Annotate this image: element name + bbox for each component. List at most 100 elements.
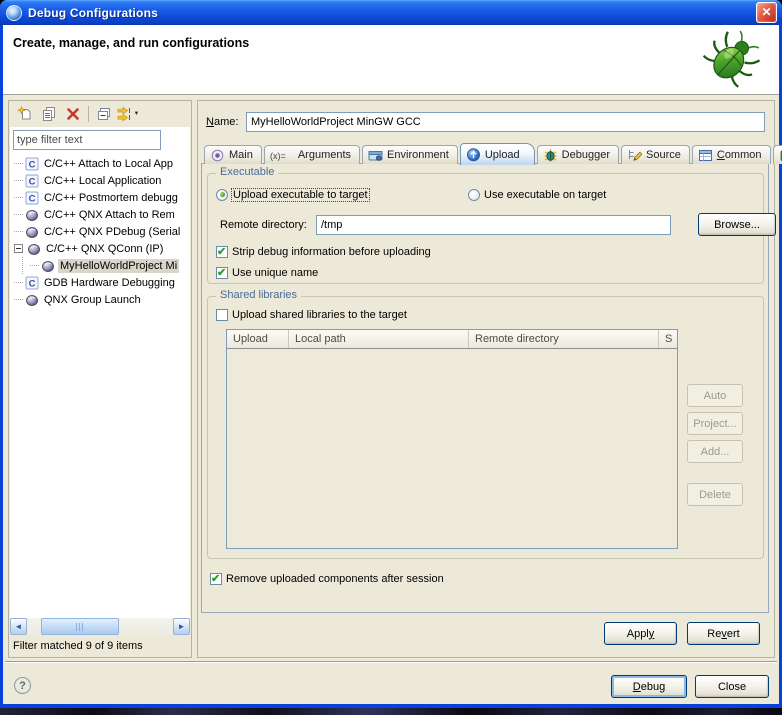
tab-label[interactable]: Main (229, 149, 253, 161)
debug-button[interactable]: Debug (611, 675, 687, 698)
browse-button[interactable]: Browse... (698, 213, 776, 236)
title-bar[interactable]: Debug Configurations ✕ (0, 0, 782, 25)
filter-input[interactable] (13, 130, 161, 150)
tree-item-label[interactable]: C/C++ QNX PDebug (Serial (42, 225, 182, 239)
tree-row[interactable]: C/C++ QNX PDebug (Serial (10, 223, 190, 240)
apply-button[interactable]: Apply (604, 622, 677, 645)
delete-button[interactable] (61, 103, 85, 125)
tab-label[interactable]: Upload (485, 149, 520, 161)
remove-components-checkbox-label[interactable]: Remove uploaded components after session (226, 573, 444, 585)
use-executable-radio[interactable] (468, 189, 480, 201)
svg-text:C: C (29, 159, 36, 170)
name-input[interactable] (246, 112, 765, 132)
tree-item-label[interactable]: C/C++ Postmortem debugg (42, 191, 180, 205)
tab-label[interactable]: Source (646, 149, 681, 161)
new-configuration-icon (17, 106, 33, 122)
new-configuration-button[interactable] (13, 103, 37, 125)
table-header-row: Upload Local path Remote directory S (227, 330, 677, 349)
tree-row[interactable]: C/C++ QNX QConn (IP) (10, 240, 190, 257)
column-header[interactable]: S (659, 330, 677, 348)
tab-label[interactable]: Environment (387, 149, 449, 161)
chevron-down-icon[interactable]: ▼ (134, 111, 140, 117)
tree-row[interactable]: C C/C++ Postmortem debugg (10, 189, 190, 206)
help-button[interactable]: ? (14, 677, 31, 694)
strip-debug-checkbox[interactable] (216, 246, 228, 258)
duplicate-button[interactable] (37, 103, 61, 125)
upload-executable-radio-label[interactable]: Upload executable to target (232, 189, 369, 201)
tab-arguments[interactable]: (x)= Arguments (264, 145, 360, 164)
tools-icon (779, 148, 782, 163)
debugger-icon (543, 148, 558, 163)
add-button[interactable]: Add... (687, 440, 743, 463)
column-header[interactable]: Remote directory (469, 330, 659, 348)
c-app-icon: C (25, 157, 39, 171)
filter-button[interactable]: ▼ (116, 103, 140, 125)
tree-row[interactable]: C C/C++ Attach to Local App (10, 155, 190, 172)
collapse-all-icon (96, 106, 112, 122)
scrollbar-track[interactable] (27, 618, 173, 635)
tab-common[interactable]: Common (692, 145, 771, 164)
tree-row-selected[interactable]: MyHelloWorldProject Mi (10, 257, 190, 274)
close-button[interactable]: Close (695, 675, 769, 698)
revert-button[interactable]: Revert (687, 622, 760, 645)
question-icon: ? (19, 680, 26, 692)
tree-item-label[interactable]: C/C++ Local Application (42, 174, 163, 188)
scroll-left-icon[interactable]: ◄ (10, 618, 27, 635)
strip-debug-checkbox-label[interactable]: Strip debug information before uploading (232, 246, 431, 258)
tree-item-label[interactable]: C/C++ QNX QConn (IP) (44, 242, 165, 256)
tree-row[interactable]: C/C++ QNX Attach to Rem (10, 206, 190, 223)
configuration-editor-panel: Name: Main (x)= Arguments Environment (197, 100, 775, 658)
tab-upload[interactable]: Upload (460, 143, 535, 165)
tree-item-label[interactable]: C/C++ QNX Attach to Rem (42, 208, 177, 222)
tree-item-label[interactable]: MyHelloWorldProject Mi (58, 259, 179, 273)
scroll-right-icon[interactable]: ► (173, 618, 190, 635)
tab-debugger[interactable]: Debugger (537, 145, 619, 164)
shared-libraries-table[interactable]: Upload Local path Remote directory S (226, 329, 678, 549)
collapse-expander-icon[interactable] (14, 244, 23, 253)
tree-row[interactable]: QNX Group Launch (10, 291, 190, 308)
column-header[interactable]: Local path (289, 330, 469, 348)
tab-environment[interactable]: Environment (362, 145, 458, 164)
tab-source[interactable]: Source (621, 145, 690, 164)
upload-shared-checkbox[interactable] (216, 309, 228, 321)
remove-components-checkbox[interactable] (210, 573, 222, 585)
tree-row[interactable]: C GDB Hardware Debugging (10, 274, 190, 291)
auto-button[interactable]: Auto (687, 384, 743, 407)
use-executable-radio-label[interactable]: Use executable on target (484, 189, 606, 201)
delete-button[interactable]: Delete (687, 483, 743, 506)
tree-toolbar: ▼ (9, 101, 191, 127)
banner-title: Create, manage, and run configurations (13, 36, 249, 50)
tab-label[interactable]: Arguments (298, 149, 351, 161)
tree-item-label[interactable]: C/C++ Attach to Local App (42, 157, 175, 171)
executable-group: Executable Upload executable to target U… (207, 173, 764, 284)
c-app-icon: C (25, 276, 39, 290)
remote-directory-input[interactable] (316, 215, 671, 235)
unique-name-checkbox-label[interactable]: Use unique name (232, 267, 318, 279)
configurations-panel: ▼ C C/C++ Attach to Local App C (8, 100, 192, 658)
debug-configurations-dialog: Debug Configurations ✕ Create, manage, a… (0, 0, 782, 708)
upload-shared-checkbox-label[interactable]: Upload shared libraries to the target (232, 309, 407, 321)
filter-icon (117, 106, 133, 122)
upload-executable-radio[interactable] (216, 189, 228, 201)
collapse-all-button[interactable] (92, 103, 116, 125)
source-icon (627, 148, 642, 163)
tree-item-label[interactable]: QNX Group Launch (42, 293, 143, 307)
tab-label[interactable]: Common (717, 149, 762, 161)
column-header[interactable]: Upload (227, 330, 289, 348)
horizontal-scrollbar[interactable]: ◄ ► (10, 618, 190, 635)
tab-label[interactable]: Debugger (562, 149, 610, 161)
taskbar-sliver (0, 708, 782, 715)
group-title: Shared libraries (216, 289, 301, 301)
tree-row[interactable]: C C/C++ Local Application (10, 172, 190, 189)
dialog-banner: Create, manage, and run configurations (3, 25, 779, 95)
tab-main[interactable]: Main (204, 145, 262, 164)
svg-text:C: C (29, 278, 36, 289)
shared-libraries-group: Shared libraries Upload shared libraries… (207, 296, 764, 559)
scrollbar-thumb[interactable] (41, 618, 119, 635)
project-button[interactable]: Project... (687, 412, 743, 435)
name-label: Name: (206, 116, 246, 128)
close-icon[interactable]: ✕ (756, 2, 777, 23)
unique-name-checkbox[interactable] (216, 267, 228, 279)
tab-tools[interactable]: Tools (773, 145, 782, 164)
tree-item-label[interactable]: GDB Hardware Debugging (42, 276, 177, 290)
